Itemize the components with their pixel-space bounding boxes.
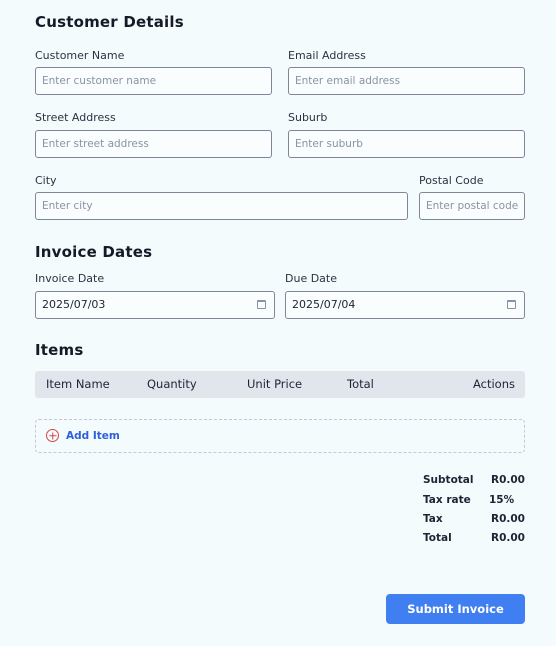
street-address-input[interactable] bbox=[35, 130, 272, 158]
items-table-header: Item Name Quantity Unit Price Total Acti… bbox=[35, 371, 525, 398]
customer-name-label: Customer Name bbox=[35, 49, 125, 62]
column-header-total: Total bbox=[347, 377, 374, 391]
add-item-button[interactable]: Add Item bbox=[35, 419, 525, 453]
email-address-input[interactable] bbox=[288, 67, 525, 95]
tax-rate-value: 15% bbox=[489, 494, 515, 506]
invoice-date-input[interactable]: 2025/07/03 bbox=[35, 291, 275, 319]
plus-circle-icon bbox=[46, 429, 59, 442]
add-item-label: Add Item bbox=[66, 430, 120, 442]
submit-invoice-button[interactable]: Submit Invoice bbox=[386, 594, 525, 624]
column-header-unit-price: Unit Price bbox=[247, 377, 303, 391]
items-heading: Items bbox=[35, 341, 84, 359]
subtotal-value: R0.00 bbox=[491, 474, 525, 486]
due-date-input[interactable]: 2025/07/04 bbox=[285, 291, 525, 319]
customer-details-heading: Customer Details bbox=[35, 13, 184, 31]
column-header-actions: Actions bbox=[472, 377, 515, 391]
tax-value: R0.00 bbox=[491, 513, 525, 525]
invoice-dates-heading: Invoice Dates bbox=[35, 243, 153, 261]
tax-label: Tax bbox=[423, 513, 443, 525]
tax-rate-label: Tax rate bbox=[423, 494, 471, 506]
invoice-date-label: Invoice Date bbox=[35, 272, 105, 285]
column-header-quantity: Quantity bbox=[147, 377, 197, 391]
due-date-label: Due Date bbox=[285, 272, 337, 285]
suburb-label: Suburb bbox=[288, 111, 328, 124]
city-label: City bbox=[35, 174, 57, 187]
total-value: R0.00 bbox=[491, 532, 525, 544]
city-input[interactable] bbox=[35, 192, 408, 220]
customer-name-input[interactable] bbox=[35, 67, 272, 95]
suburb-input[interactable] bbox=[288, 130, 525, 158]
column-header-item-name: Item Name bbox=[46, 377, 110, 391]
subtotal-label: Subtotal bbox=[423, 474, 474, 486]
postal-code-input[interactable] bbox=[419, 192, 525, 220]
total-label: Total bbox=[423, 532, 452, 544]
calendar-icon[interactable] bbox=[257, 300, 266, 309]
calendar-icon[interactable] bbox=[507, 300, 516, 309]
email-address-label: Email Address bbox=[288, 49, 366, 62]
postal-code-label: Postal Code bbox=[419, 174, 484, 187]
invoice-date-value: 2025/07/03 bbox=[42, 298, 106, 311]
street-address-label: Street Address bbox=[35, 111, 116, 124]
due-date-value: 2025/07/04 bbox=[292, 298, 356, 311]
